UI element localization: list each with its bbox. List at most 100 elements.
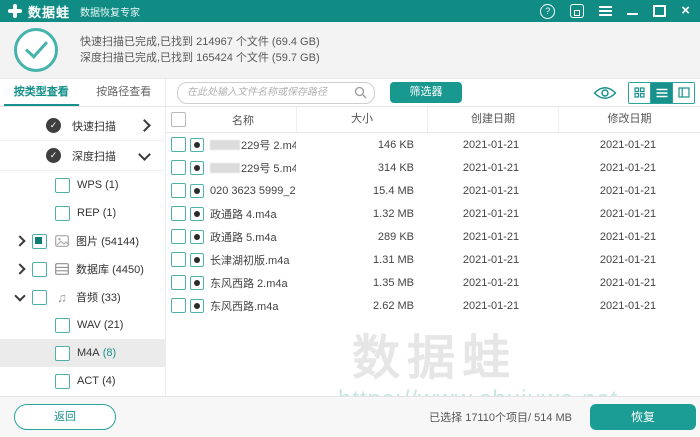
- sidebar-item-wav[interactable]: WAV (21): [0, 311, 165, 339]
- footer-bar: 返回 已选择 17110个项目/ 514 MB 恢复: [0, 396, 700, 437]
- file-name-cell: 229号 5.m4a: [190, 160, 296, 176]
- table-row[interactable]: 政通路 4.m4a1.32 MB2021-01-212021-01-21: [166, 202, 700, 225]
- sidebar-item-label: 深度扫描: [72, 148, 119, 164]
- tab-view-by-path[interactable]: 按路径查看: [83, 79, 166, 106]
- filter-button[interactable]: 筛选器: [390, 82, 462, 103]
- table-rows: 229号 2.m4a146 KB2021-01-212021-01-21229号…: [166, 133, 700, 396]
- back-button[interactable]: 返回: [14, 404, 116, 430]
- row-checkbox[interactable]: [171, 252, 186, 267]
- modified-date: 2021-01-21: [556, 185, 700, 197]
- search-input[interactable]: [185, 86, 354, 99]
- file-name-cell: 东风西路 2.m4a: [190, 275, 296, 291]
- item-count: (1): [105, 179, 118, 191]
- sidebar-item-images[interactable]: 图片 (54144): [0, 227, 165, 255]
- sidebar-item-label: WPS (1): [77, 179, 119, 191]
- sidebar-item-rep[interactable]: REP (1): [0, 199, 165, 227]
- menu-icon[interactable]: [599, 6, 612, 16]
- audio-file-icon: [190, 276, 204, 290]
- sidebar-item-label: ACT (4): [77, 375, 116, 387]
- table-row[interactable]: 229号 2.m4a146 KB2021-01-212021-01-21: [166, 133, 700, 156]
- table-row[interactable]: 政通路 5.m4a289 KB2021-01-212021-01-21: [166, 225, 700, 248]
- checkbox[interactable]: [32, 290, 47, 305]
- created-date: 2021-01-21: [426, 139, 556, 151]
- chevron-right-icon[interactable]: [14, 263, 25, 274]
- item-count: (21): [104, 319, 124, 331]
- created-date: 2021-01-21: [426, 208, 556, 220]
- row-checkbox[interactable]: [171, 229, 186, 244]
- checkbox[interactable]: [55, 206, 70, 221]
- header-size[interactable]: 大小: [296, 107, 427, 132]
- row-checkbox[interactable]: [171, 298, 186, 313]
- item-count: (4450): [112, 264, 144, 276]
- close-button[interactable]: ×: [681, 4, 690, 18]
- table-header: 名称 大小 创建日期 修改日期: [166, 107, 700, 133]
- sidebar-tree: ✓快速扫描 ✓ 深度扫描 WPS (1) REP (1) 图片 (54144) 数据库 …: [0, 107, 166, 396]
- app-window: 数据蛙 数据恢复专家 ? × 快速扫描已完成,已找到 214967 个文件 (6…: [0, 0, 700, 437]
- scan-done-icon: ✓: [46, 148, 61, 163]
- checkbox[interactable]: [55, 346, 70, 361]
- sidebar-item-database[interactable]: 数据库 (4450): [0, 255, 165, 283]
- file-table: 名称 大小 创建日期 修改日期 229号 2.m4a146 KB2021-01-…: [166, 107, 700, 396]
- app-logo-icon: [8, 4, 22, 18]
- checkbox[interactable]: [32, 262, 47, 277]
- save-icon[interactable]: [570, 4, 584, 18]
- row-checkbox[interactable]: [171, 160, 186, 175]
- table-row[interactable]: 东风西路 2.m4a1.35 MB2021-01-212021-01-21: [166, 271, 700, 294]
- tab-view-by-type[interactable]: 按类型查看: [0, 79, 83, 106]
- recover-button[interactable]: 恢复: [590, 404, 696, 430]
- modified-date: 2021-01-21: [556, 300, 700, 312]
- checkbox[interactable]: [32, 234, 47, 249]
- item-count: (4): [102, 375, 115, 387]
- item-count: (8): [103, 347, 116, 359]
- preview-eye-icon[interactable]: [593, 86, 617, 100]
- sidebar-item-deep-scan[interactable]: ✓ 深度扫描: [0, 141, 165, 171]
- detail-view-icon[interactable]: [672, 83, 694, 103]
- sidebar-item-label: 图片 (54144): [76, 233, 139, 249]
- row-checkbox[interactable]: [171, 206, 186, 221]
- row-checkbox[interactable]: [171, 137, 186, 152]
- redacted-blur: [210, 140, 240, 150]
- app-tagline: 数据恢复专家: [80, 4, 140, 19]
- maximize-button[interactable]: [653, 5, 666, 17]
- checkbox[interactable]: [55, 178, 70, 193]
- file-name-cell: 229号 2.m4a: [190, 137, 296, 153]
- select-all-checkbox[interactable]: [171, 112, 186, 127]
- created-date: 2021-01-21: [426, 254, 556, 266]
- created-date: 2021-01-21: [426, 185, 556, 197]
- table-row[interactable]: 020 3623 5999_20201...15.4 MB2021-01-212…: [166, 179, 700, 202]
- chevron-down-icon[interactable]: [14, 290, 25, 301]
- chevron-right-icon[interactable]: [138, 119, 151, 132]
- table-row[interactable]: 东风西路.m4a2.62 MB2021-01-212021-01-21: [166, 294, 700, 317]
- help-icon[interactable]: ?: [540, 4, 555, 19]
- table-row[interactable]: 229号 5.m4a314 KB2021-01-212021-01-21: [166, 156, 700, 179]
- sidebar-item-act[interactable]: ACT (4): [0, 367, 165, 395]
- scan-done-icon: ✓: [46, 118, 61, 133]
- header-name[interactable]: 名称: [190, 112, 296, 128]
- file-size: 1.31 MB: [296, 254, 426, 266]
- table-row[interactable]: 长津湖初版.m4a1.31 MB2021-01-212021-01-21: [166, 248, 700, 271]
- scan-status-banner: 快速扫描已完成,已找到 214967 个文件 (69.4 GB) 深度扫描已完成…: [0, 22, 700, 79]
- minimize-button[interactable]: [627, 13, 638, 15]
- row-checkbox[interactable]: [171, 275, 186, 290]
- audio-file-icon: [190, 230, 204, 244]
- chevron-right-icon[interactable]: [14, 235, 25, 246]
- scan-complete-check-icon: [14, 28, 58, 72]
- row-checkbox[interactable]: [171, 183, 186, 198]
- sidebar-item-wps[interactable]: WPS (1): [0, 171, 165, 199]
- file-size: 1.35 MB: [296, 277, 426, 289]
- search-box[interactable]: [177, 82, 375, 104]
- sidebar-item-m4a[interactable]: M4A (8): [0, 339, 165, 367]
- sidebar-item-quick-scan[interactable]: ✓快速扫描: [0, 111, 165, 141]
- audio-file-icon: [190, 138, 204, 152]
- sidebar-item-audio[interactable]: ♫音频 (33): [0, 283, 165, 311]
- header-created[interactable]: 创建日期: [427, 107, 558, 132]
- checkbox[interactable]: [55, 374, 70, 389]
- chevron-down-icon[interactable]: [138, 148, 151, 161]
- sidebar-item-label: 音频 (33): [76, 289, 121, 305]
- grid-view-icon[interactable]: [629, 83, 650, 103]
- sidebar-item-label: WAV (21): [77, 319, 123, 331]
- header-modified[interactable]: 修改日期: [558, 107, 700, 132]
- checkbox[interactable]: [55, 318, 70, 333]
- list-view-icon[interactable]: [650, 83, 672, 103]
- image-icon: [54, 235, 70, 247]
